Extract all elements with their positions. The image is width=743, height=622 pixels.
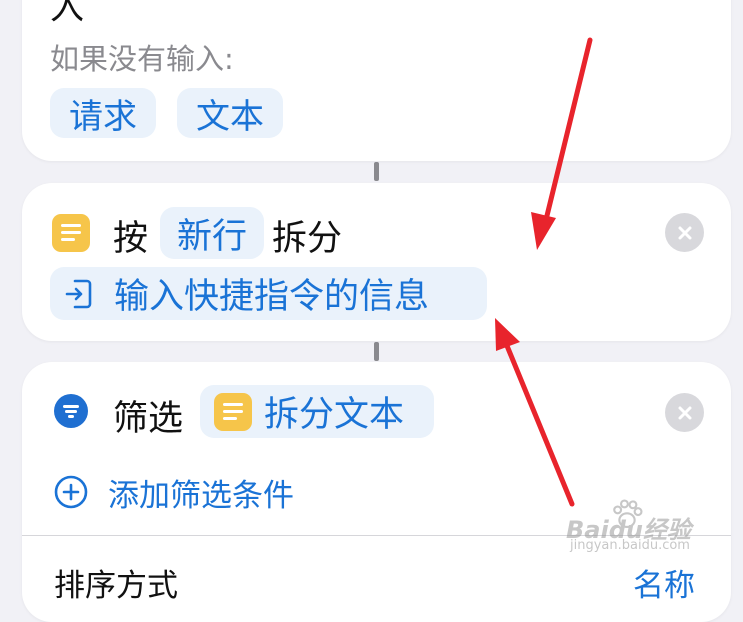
- request-token[interactable]: 请求: [50, 88, 156, 138]
- plus-circle-icon: [54, 475, 88, 509]
- text-doc-icon: [52, 214, 90, 252]
- split-verb-suffix: 拆分: [272, 219, 343, 259]
- add-filter-condition-label: 添加筛选条件: [108, 477, 294, 514]
- shortcut-input-token[interactable]: 输入快捷指令的信息: [50, 267, 487, 320]
- connector-line: [374, 162, 379, 181]
- split-verb: 按: [113, 219, 149, 259]
- split-text-source-token[interactable]: 拆分文本: [200, 385, 434, 438]
- separator-token[interactable]: 新行: [160, 207, 264, 259]
- close-icon: [678, 406, 691, 419]
- shortcut-input-icon: [65, 279, 92, 308]
- text-doc-icon: [214, 392, 252, 431]
- divider: [22, 535, 731, 536]
- sort-by-value[interactable]: 名称: [633, 560, 695, 605]
- text-token[interactable]: 文本: [177, 88, 283, 138]
- filter-verb: 筛选: [113, 399, 184, 439]
- add-filter-condition-button[interactable]: 添加筛选条件: [54, 472, 294, 514]
- close-icon: [678, 226, 691, 239]
- fallback-label: 如果没有输入:: [50, 42, 234, 76]
- split-text-source-label: 拆分文本: [264, 395, 405, 435]
- filter-icon: [54, 394, 88, 428]
- remove-action-button[interactable]: [665, 393, 704, 432]
- sort-by-label: 排序方式: [54, 568, 178, 604]
- clipped-text: 入: [50, 0, 84, 28]
- connector-line: [374, 342, 379, 361]
- remove-action-button[interactable]: [665, 213, 704, 252]
- shortcut-input-label: 输入快捷指令的信息: [114, 277, 430, 317]
